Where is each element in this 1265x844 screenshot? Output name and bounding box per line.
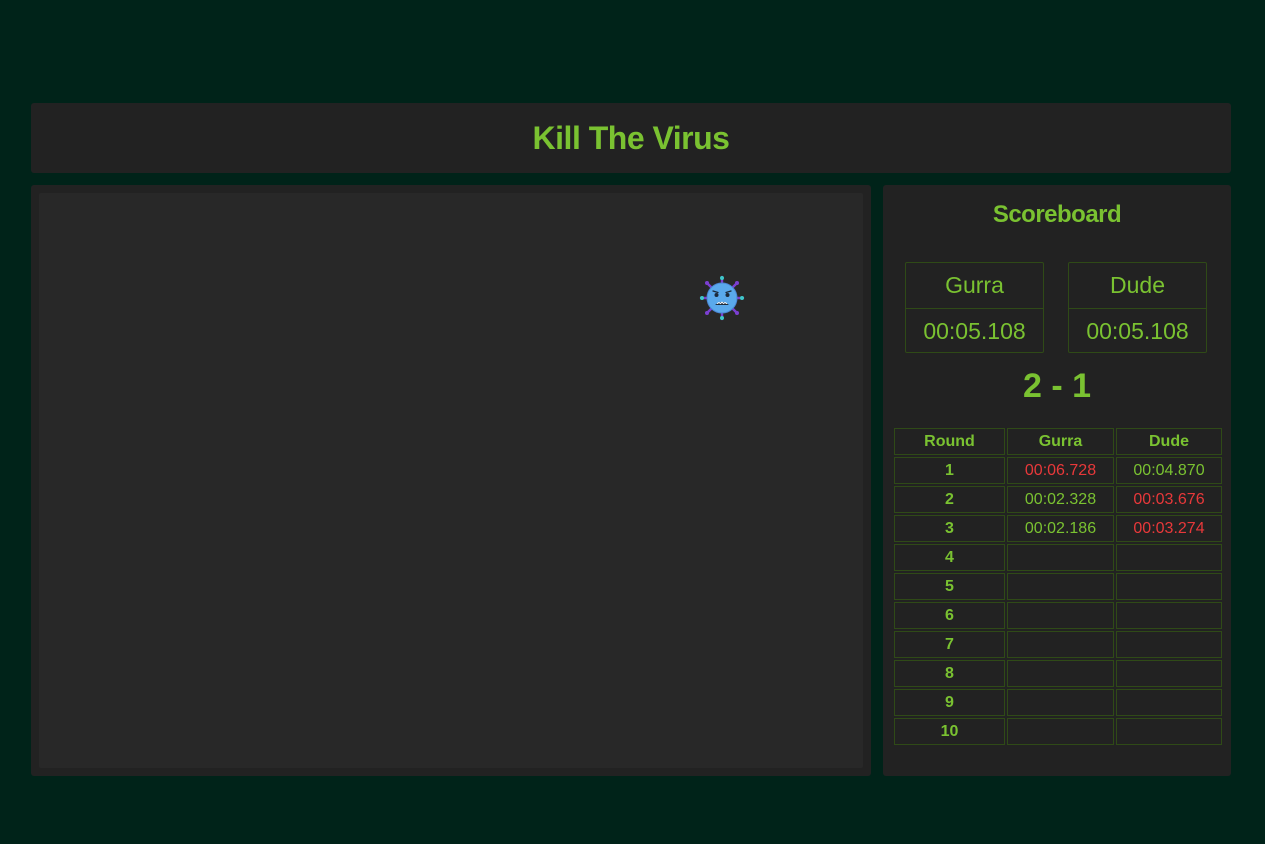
gurra-time-cell bbox=[1007, 544, 1114, 571]
round-number-cell: 8 bbox=[894, 660, 1005, 687]
scoreboard-panel: Scoreboard Gurra 00:05.108 Dude 00:05.10… bbox=[883, 185, 1231, 776]
dude-time-cell bbox=[1116, 718, 1222, 745]
round-number-cell: 2 bbox=[894, 486, 1005, 513]
dude-time-cell: 00:04.870 bbox=[1116, 457, 1222, 484]
table-row: 2 00:02.328 00:03.676 bbox=[894, 486, 1222, 513]
gurra-time-cell bbox=[1007, 631, 1114, 658]
rounds-table: Round Gurra Dude 1 00:06.728 00:04.870 2 00:… bbox=[892, 426, 1224, 747]
gurra-time-cell: 00:02.328 bbox=[1007, 486, 1114, 513]
dude-time-cell: 00:03.676 bbox=[1116, 486, 1222, 513]
gurra-time-cell bbox=[1007, 602, 1114, 629]
gurra-time-cell bbox=[1007, 573, 1114, 600]
gurra-time-cell: 00:02.186 bbox=[1007, 515, 1114, 542]
round-number-cell: 9 bbox=[894, 689, 1005, 716]
column-header-dude: Dude bbox=[1116, 428, 1222, 455]
dude-time-cell bbox=[1116, 544, 1222, 571]
column-header-round: Round bbox=[894, 428, 1005, 455]
gurra-time-cell bbox=[1007, 689, 1114, 716]
page-title: Kill The Virus bbox=[532, 119, 730, 156]
table-row: 6 bbox=[894, 602, 1222, 629]
table-row: 1 00:06.728 00:04.870 bbox=[894, 457, 1222, 484]
round-number-cell: 5 bbox=[894, 573, 1005, 600]
gurra-time-cell: 00:06.728 bbox=[1007, 457, 1114, 484]
player-time: 00:05.108 bbox=[1086, 318, 1189, 344]
gurra-time-cell bbox=[1007, 660, 1114, 687]
table-row: 3 00:02.186 00:03.274 bbox=[894, 515, 1222, 542]
game-panel bbox=[31, 185, 871, 776]
virus-face-icon[interactable] bbox=[699, 275, 745, 321]
round-number-cell: 10 bbox=[894, 718, 1005, 745]
round-number-cell: 4 bbox=[894, 544, 1005, 571]
table-row: 9 bbox=[894, 689, 1222, 716]
round-number-cell: 7 bbox=[894, 631, 1005, 658]
player-timer-gurra: Gurra 00:05.108 bbox=[905, 262, 1044, 353]
dude-time-cell bbox=[1116, 631, 1222, 658]
dude-time-cell bbox=[1116, 660, 1222, 687]
game-board[interactable] bbox=[39, 193, 863, 768]
table-row: 4 bbox=[894, 544, 1222, 571]
table-row: 7 bbox=[894, 631, 1222, 658]
gurra-time-cell bbox=[1007, 718, 1114, 745]
table-row: 8 bbox=[894, 660, 1222, 687]
column-header-gurra: Gurra bbox=[1007, 428, 1114, 455]
round-number-cell: 6 bbox=[894, 602, 1005, 629]
player-timer-dude: Dude 00:05.108 bbox=[1068, 262, 1207, 353]
player-name: Gurra bbox=[906, 263, 1043, 309]
player-time: 00:05.108 bbox=[923, 318, 1026, 344]
round-number-cell: 1 bbox=[894, 457, 1005, 484]
dude-time-cell bbox=[1116, 573, 1222, 600]
table-row: 5 bbox=[894, 573, 1222, 600]
app-header: Kill The Virus bbox=[31, 103, 1231, 173]
round-number-cell: 3 bbox=[894, 515, 1005, 542]
dude-time-cell: 00:03.274 bbox=[1116, 515, 1222, 542]
score-tally: 2 - 1 bbox=[1022, 367, 1092, 405]
table-row: 10 bbox=[894, 718, 1222, 745]
dude-time-cell bbox=[1116, 689, 1222, 716]
scoreboard-title: Scoreboard bbox=[992, 201, 1122, 228]
player-name: Dude bbox=[1069, 263, 1206, 309]
table-header-row: Round Gurra Dude bbox=[894, 428, 1222, 455]
dude-time-cell bbox=[1116, 602, 1222, 629]
